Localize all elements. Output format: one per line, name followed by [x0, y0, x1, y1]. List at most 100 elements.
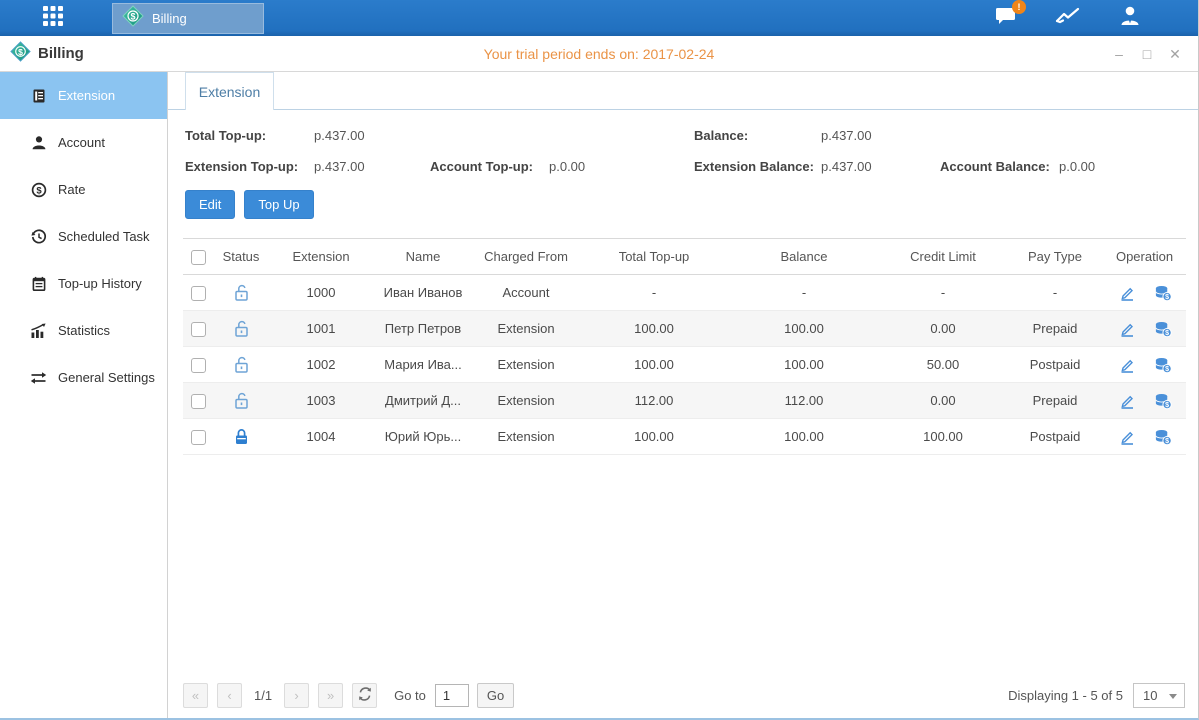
edit-icon[interactable]: [1118, 392, 1136, 410]
extension-cell: 1004: [269, 419, 373, 455]
charged-from-cell: Account: [473, 275, 579, 311]
balance-cell: -: [729, 275, 879, 311]
column-header-operation: Operation: [1103, 239, 1186, 275]
sidebar-item-account[interactable]: Account: [0, 119, 167, 166]
lock-icon: [232, 427, 251, 447]
general-settings-icon: [30, 369, 47, 386]
billing-diamond-icon: $: [10, 41, 31, 67]
tab-strip: Extension: [168, 72, 1198, 110]
total-topup-cell: 100.00: [579, 347, 729, 383]
charged-from-cell: Extension: [473, 419, 579, 455]
checkbox-cell: [183, 347, 213, 383]
app-tab-label: Billing: [152, 11, 187, 26]
app-window: $ Billing !: [0, 0, 1199, 720]
toolbar: Edit Top Up: [185, 190, 1198, 219]
sidebar-item-general-settings[interactable]: General Settings: [0, 354, 167, 401]
monitor-button[interactable]: [1055, 6, 1081, 30]
svg-text:$: $: [36, 185, 42, 196]
sidebar-item-top-up-history[interactable]: Top-up History: [0, 260, 167, 307]
column-header-credit-limit: Credit Limit: [879, 239, 1007, 275]
refresh-button[interactable]: [352, 683, 377, 708]
topup-button[interactable]: Top Up: [244, 190, 313, 219]
balance-cell: 100.00: [729, 347, 879, 383]
maximize-button[interactable]: □: [1138, 45, 1156, 63]
extension-cell: 1000: [269, 275, 373, 311]
charged-from-cell: Extension: [473, 347, 579, 383]
chart-icon: [1055, 5, 1081, 32]
next-page-button[interactable]: ›: [284, 683, 309, 708]
notification-badge: !: [1012, 0, 1026, 14]
user-menu-button[interactable]: [1117, 6, 1143, 30]
name-cell: Юрий Юрь...: [373, 419, 473, 455]
extension-topup-value: p.437.00: [314, 159, 430, 174]
main-content: Extension Total Top-up: p.437.00 Balance…: [168, 72, 1198, 718]
total-topup-cell: -: [579, 275, 729, 311]
row-checkbox[interactable]: [191, 322, 206, 337]
app-launcher-button[interactable]: [0, 0, 105, 36]
credit-limit-cell: 50.00: [879, 347, 1007, 383]
page-size-select[interactable]: 10: [1133, 683, 1185, 708]
svg-text:$: $: [130, 12, 135, 22]
edit-button[interactable]: Edit: [185, 190, 235, 219]
sidebar-item-extension[interactable]: Extension: [0, 72, 167, 119]
column-header-status: Status: [213, 239, 269, 275]
credit-limit-cell: 100.00: [879, 419, 1007, 455]
svg-text:$: $: [1165, 293, 1169, 301]
goto-page-input[interactable]: [435, 684, 469, 707]
go-button[interactable]: Go: [477, 683, 514, 708]
operation-cell: $: [1103, 419, 1186, 455]
topup-coins-icon[interactable]: $: [1154, 320, 1172, 338]
row-checkbox[interactable]: [191, 286, 206, 301]
svg-text:$: $: [1165, 329, 1169, 337]
topup-coins-icon[interactable]: $: [1154, 428, 1172, 446]
account-icon: [30, 134, 47, 151]
last-page-button[interactable]: »: [318, 683, 343, 708]
unlock-icon: [232, 391, 251, 411]
balance-cell: 112.00: [729, 383, 879, 419]
select-all-header: [183, 239, 213, 275]
checkbox-cell: [183, 419, 213, 455]
total-topup-cell: 100.00: [579, 311, 729, 347]
row-checkbox[interactable]: [191, 394, 206, 409]
row-checkbox[interactable]: [191, 430, 206, 445]
extension-cell: 1003: [269, 383, 373, 419]
table-row: 1001Петр ПетровExtension100.00100.000.00…: [183, 311, 1186, 347]
unlock-icon: [232, 319, 251, 339]
sidebar-item-rate[interactable]: $Rate: [0, 166, 167, 213]
total-topup-cell: 112.00: [579, 383, 729, 419]
table-row: 1000Иван ИвановAccount----$: [183, 275, 1186, 311]
prev-page-button[interactable]: ‹: [217, 683, 242, 708]
charged-from-cell: Extension: [473, 311, 579, 347]
topup-coins-icon[interactable]: $: [1154, 284, 1172, 302]
row-checkbox[interactable]: [191, 358, 206, 373]
edit-icon[interactable]: [1118, 284, 1136, 302]
sidebar-item-label: Top-up History: [58, 276, 142, 291]
notifications-button[interactable]: !: [993, 6, 1019, 30]
edit-icon[interactable]: [1118, 320, 1136, 338]
refresh-icon: [358, 687, 372, 704]
sidebar-item-scheduled-task[interactable]: Scheduled Task: [0, 213, 167, 260]
topup-coins-icon[interactable]: $: [1154, 392, 1172, 410]
close-button[interactable]: ✕: [1166, 45, 1184, 63]
extension-cell: 1002: [269, 347, 373, 383]
scheduled-task-icon: [30, 228, 47, 245]
edit-icon[interactable]: [1118, 356, 1136, 374]
billing-diamond-icon: $: [122, 5, 144, 32]
app-tab-billing[interactable]: $ Billing: [112, 3, 264, 34]
minimize-button[interactable]: –: [1110, 45, 1128, 63]
edit-icon[interactable]: [1118, 428, 1136, 446]
topup-coins-icon[interactable]: $: [1154, 356, 1172, 374]
extension-topup-label: Extension Top-up:: [185, 159, 314, 174]
pay-type-cell: -: [1007, 275, 1103, 311]
sidebar-item-label: Scheduled Task: [58, 229, 150, 244]
svg-text:$: $: [1165, 401, 1169, 409]
tab-extension[interactable]: Extension: [185, 72, 274, 110]
sidebar-item-statistics[interactable]: Statistics: [0, 307, 167, 354]
checkbox-cell: [183, 311, 213, 347]
rate-icon: $: [30, 181, 47, 198]
first-page-button[interactable]: «: [183, 683, 208, 708]
credit-limit-cell: -: [879, 275, 1007, 311]
sidebar-item-label: Extension: [58, 88, 115, 103]
select-all-checkbox[interactable]: [191, 250, 206, 265]
goto-label: Go to: [394, 688, 426, 703]
